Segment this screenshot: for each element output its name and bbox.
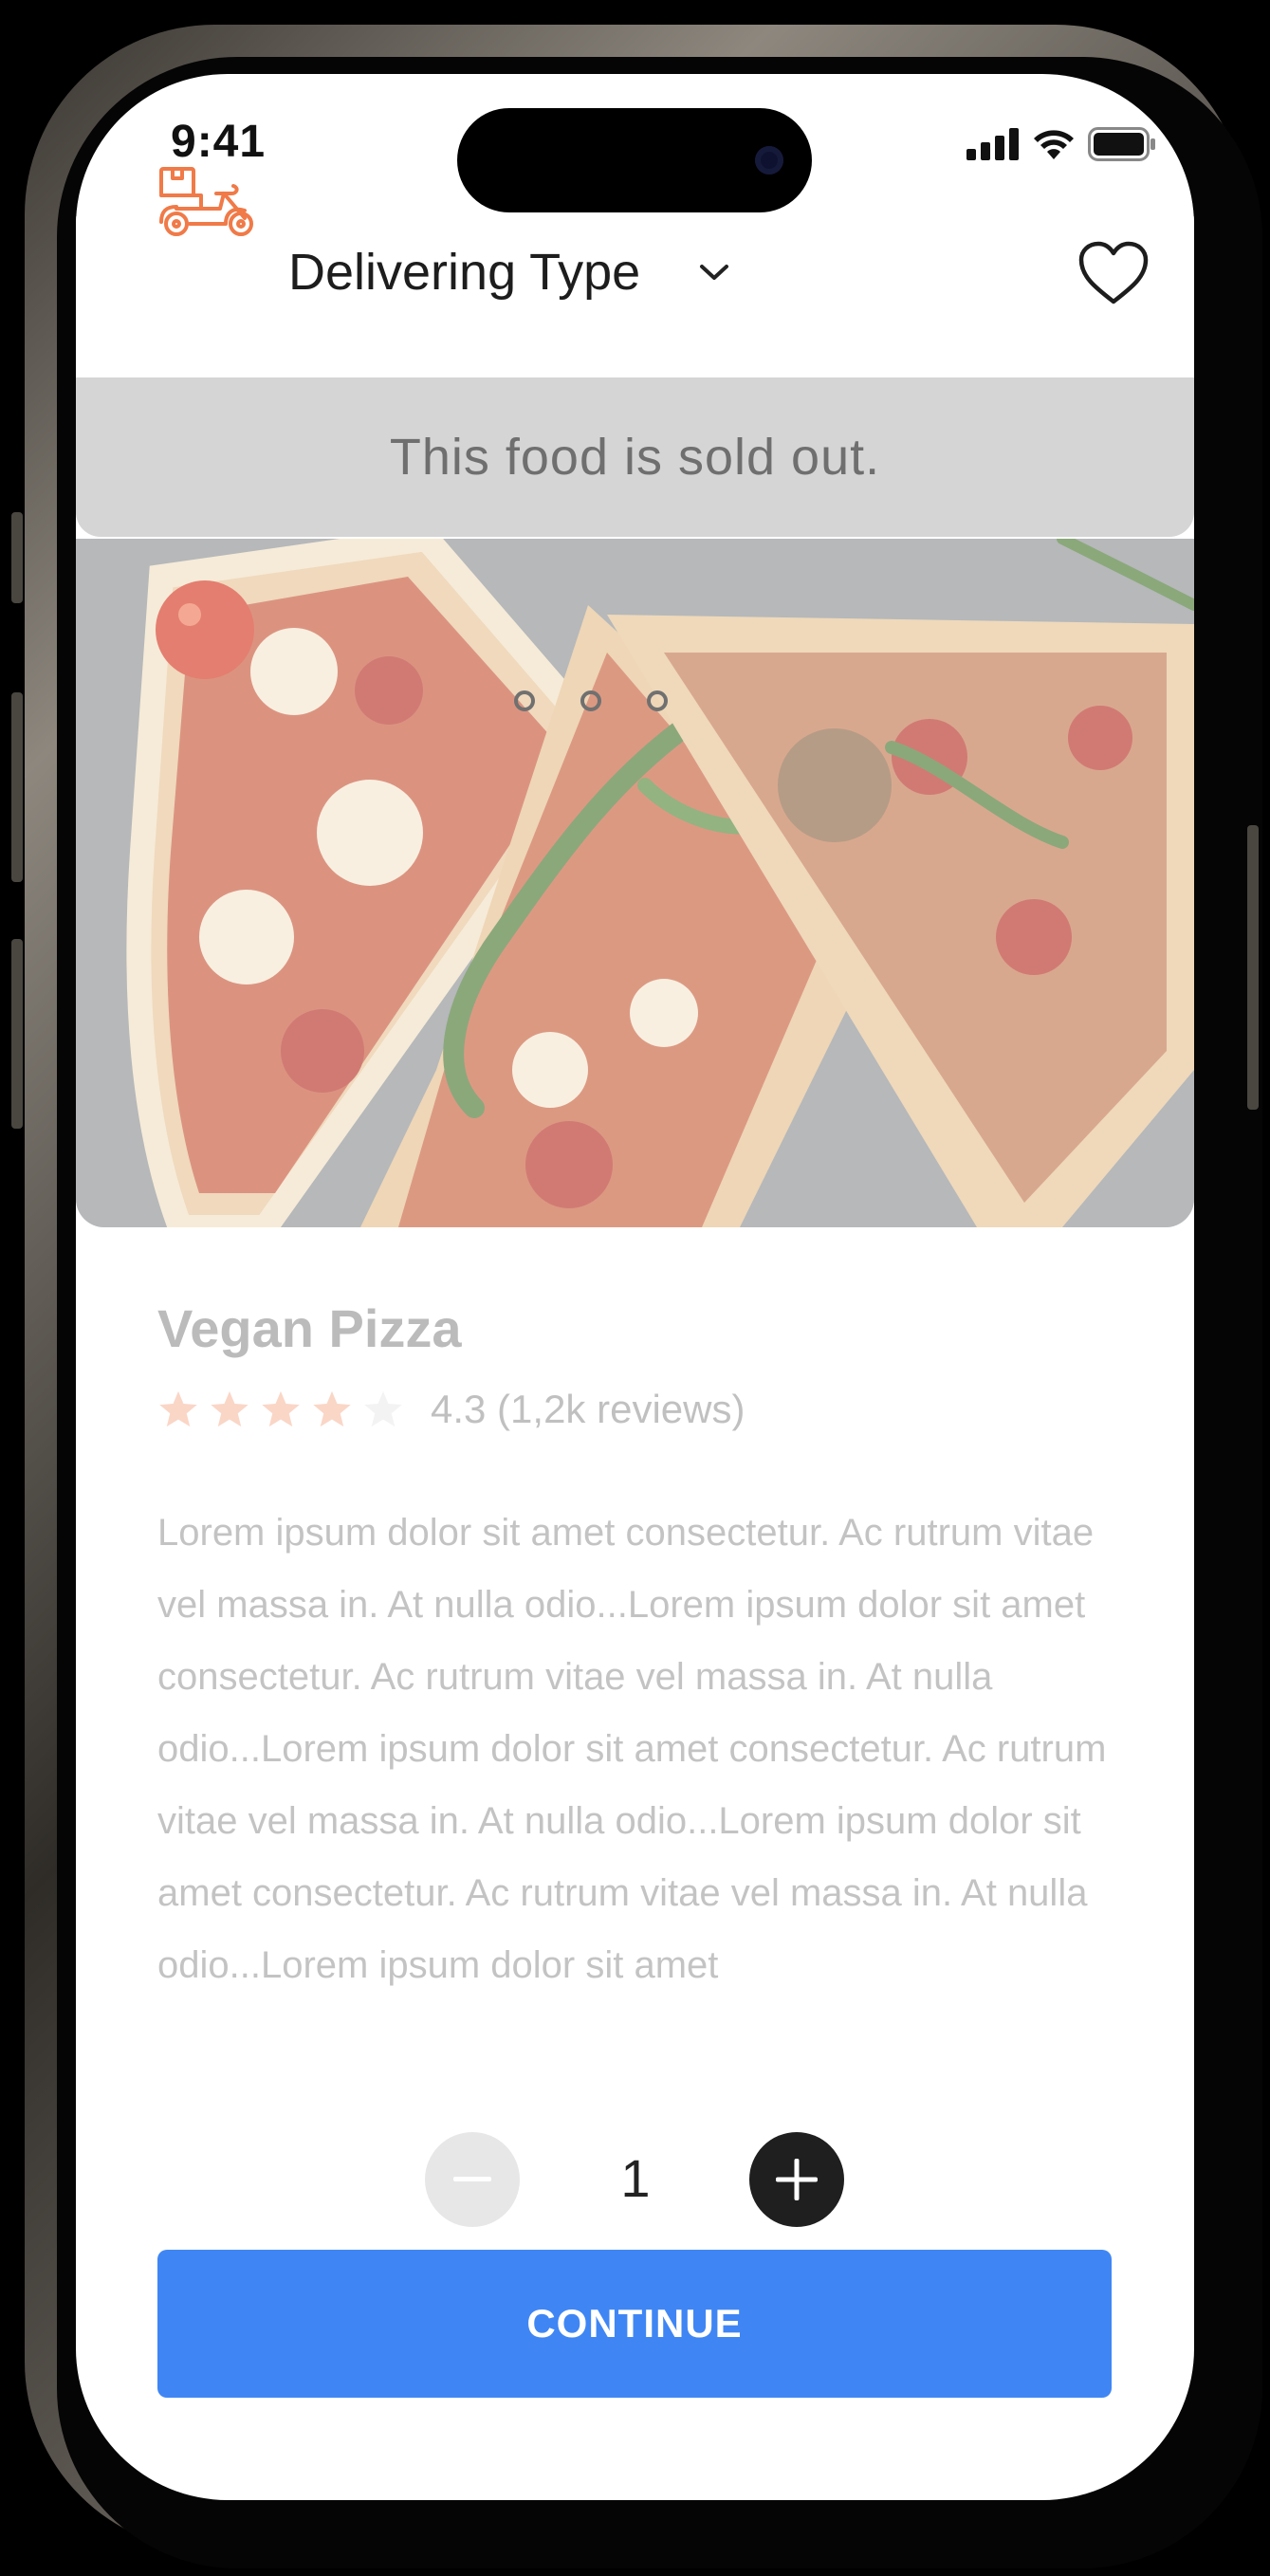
product-description: Lorem ipsum dolor sit amet consectetur. … [157,1512,1107,1986]
star-icon [262,1390,300,1427]
continue-button[interactable]: CONTINUE [157,2250,1112,2398]
camera-icon [755,146,783,175]
carousel-indicator[interactable] [514,690,668,711]
product-name: Vegan Pizza [157,1298,462,1358]
product-image [76,539,1194,1227]
action-button [11,512,23,603]
star-icon [211,1390,248,1427]
chevron-down-icon[interactable] [698,262,730,283]
star-empty-icon [364,1390,402,1427]
pizza-image [76,539,1194,1227]
plus-icon [776,2159,818,2200]
status-time: 9:41 [171,117,267,167]
quantity-value: 1 [620,2148,651,2208]
delivery-type-selector[interactable]: Delivering Type [288,243,640,302]
minus-icon [453,2177,491,2181]
power-button [1247,825,1259,1110]
volume-up-button [11,692,23,882]
product-rating: 4.3 (1,2k reviews) [157,1387,745,1432]
sold-out-banner: This food is sold out. [76,377,1194,537]
carousel-dot[interactable] [580,690,601,711]
carousel-dot[interactable] [647,690,668,711]
volume-down-button [11,939,23,1129]
rating-text: 4.3 (1,2k reviews) [431,1387,745,1431]
dynamic-island [457,108,812,212]
app-screen: 9:41 Delivering Type This food is sold o… [76,74,1194,2500]
star-icon [313,1390,351,1427]
carousel-dot[interactable] [514,690,535,711]
battery-icon [1088,127,1155,161]
signal-icon [966,128,1019,160]
star-icon [159,1390,197,1427]
status-icons [966,127,1156,161]
wifi-icon [1034,130,1074,159]
decrease-quantity-button[interactable] [425,2132,520,2227]
increase-quantity-button[interactable] [749,2132,844,2227]
heart-icon[interactable] [1077,241,1150,305]
delivery-scooter-icon[interactable] [157,165,258,239]
